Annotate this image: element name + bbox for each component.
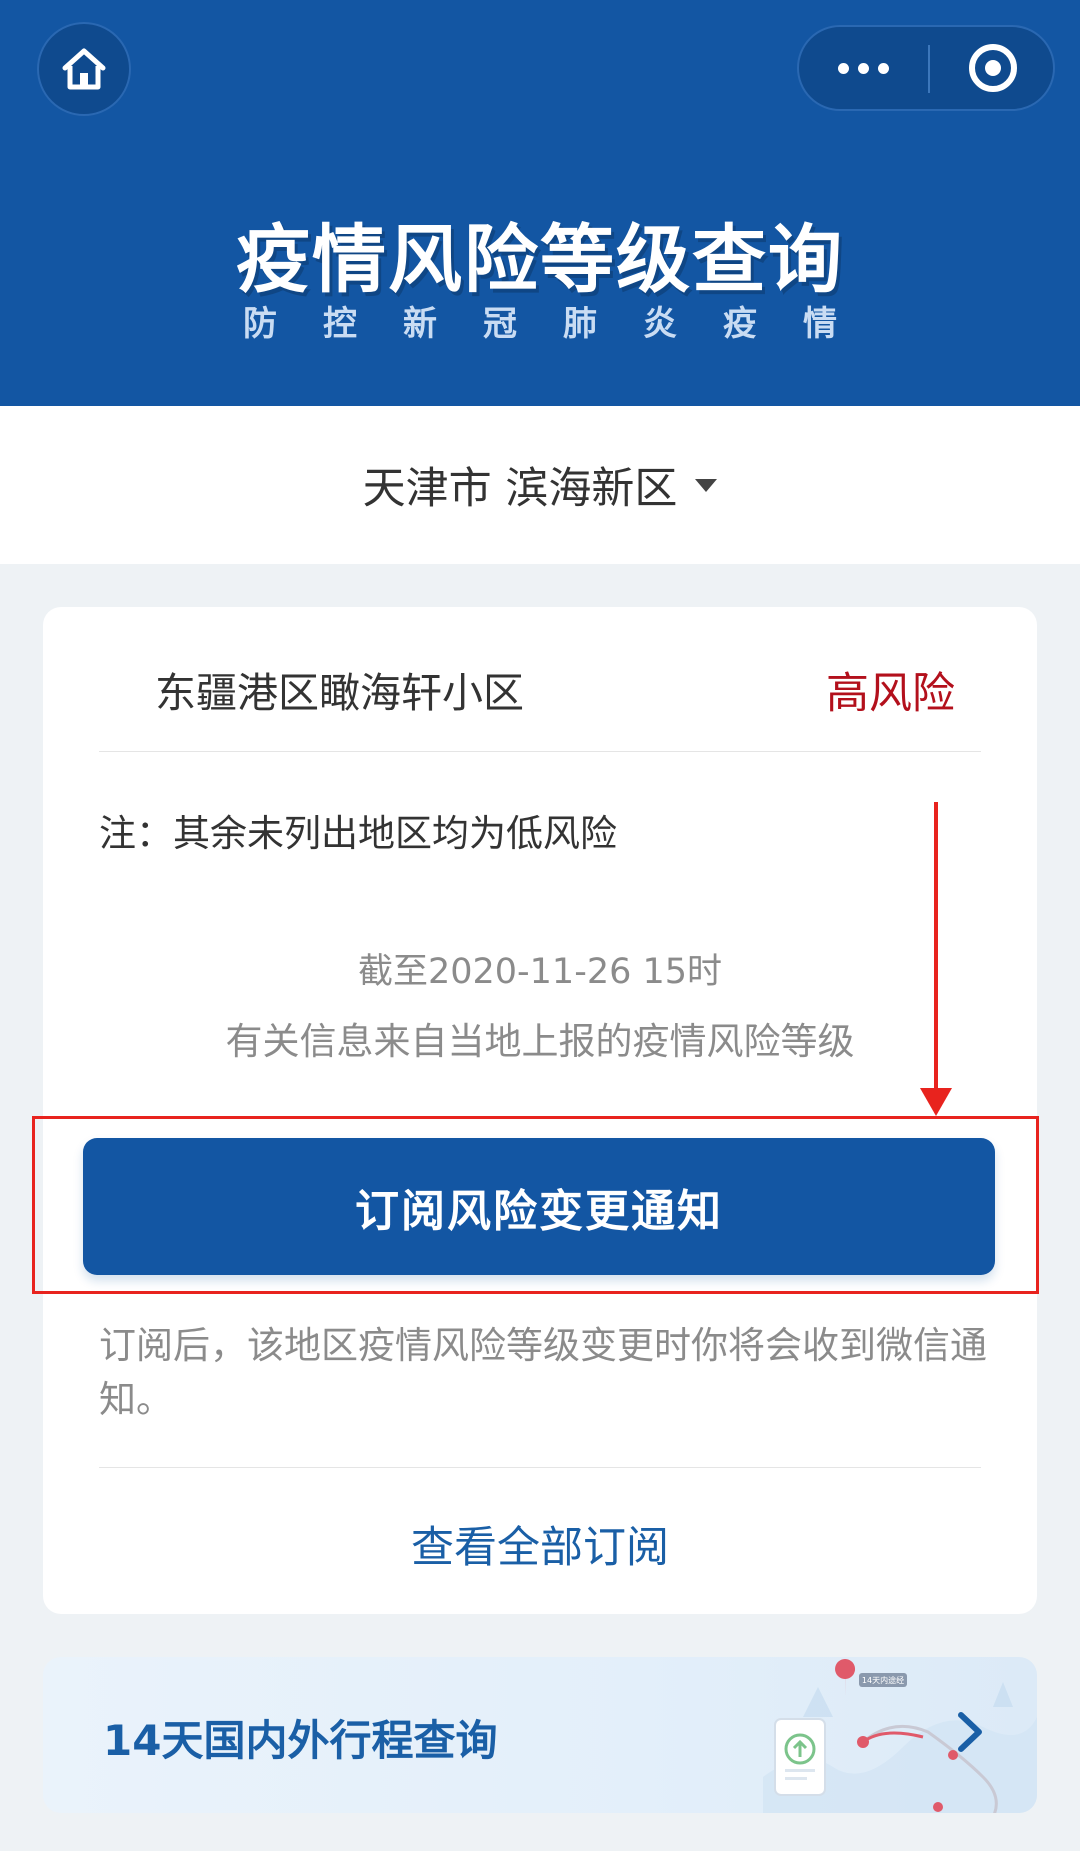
page-title: 疫情风险等级查询 <box>236 217 844 303</box>
region-selector[interactable]: 天津市 滨海新区 <box>0 406 1080 564</box>
more-button[interactable] <box>799 27 927 109</box>
chevron-right-icon <box>958 1712 982 1752</box>
caret-down-icon <box>695 478 718 492</box>
highlight-box <box>32 1116 1039 1294</box>
annotation-arrow-head <box>920 1088 952 1116</box>
trip-art-badge: 14天内途经 <box>862 1675 904 1685</box>
home-icon <box>62 48 106 90</box>
as-of-time: 截至2020-11-26 15时 <box>357 952 723 992</box>
divider <box>99 751 981 752</box>
risk-place: 东疆港区瞰海轩小区 <box>155 669 524 717</box>
header: 疫情风险等级查询 防控新冠肺炎疫情 <box>0 0 1080 406</box>
trip-map-illustration: 14天内途经 <box>763 1659 1037 1813</box>
close-mini-program-icon <box>968 44 1017 92</box>
more-icon <box>837 62 889 74</box>
trip-query-label: 14天国内外行程查询 <box>103 1716 498 1765</box>
capsule-menu <box>797 25 1055 111</box>
risk-note: 注：其余未列出地区均为低风险 <box>99 812 617 855</box>
page: 疫情风险等级查询 防控新冠肺炎疫情 天津市 滨海新区 东疆港区瞰海轩小区 高风险… <box>0 0 1080 1851</box>
page-subtitle: 防控新冠肺炎疫情 <box>243 304 883 344</box>
subscribe-hint: 订阅后，该地区疫情风险等级变更时你将会收到微信通知。 <box>99 1324 987 1421</box>
risk-row: 东疆港区瞰海轩小区 高风险 <box>113 659 967 719</box>
risk-level-badge: 高风险 <box>826 669 955 719</box>
view-all-subscriptions-link[interactable]: 查看全部订阅 <box>43 1513 1037 1575</box>
region-label: 天津市 滨海新区 <box>362 464 678 514</box>
divider <box>99 1467 981 1468</box>
data-source-note: 有关信息来自当地上报的疫情风险等级 <box>225 1020 855 1063</box>
close-mini-program-button[interactable] <box>930 27 1055 109</box>
risk-card: 东疆港区瞰海轩小区 高风险 注：其余未列出地区均为低风险 截至2020-11-2… <box>43 607 1037 1614</box>
annotation-arrow <box>934 802 938 1092</box>
home-button[interactable] <box>37 22 131 116</box>
trip-query-banner[interactable]: 14天国内外行程查询 14天内途经 <box>43 1657 1037 1813</box>
